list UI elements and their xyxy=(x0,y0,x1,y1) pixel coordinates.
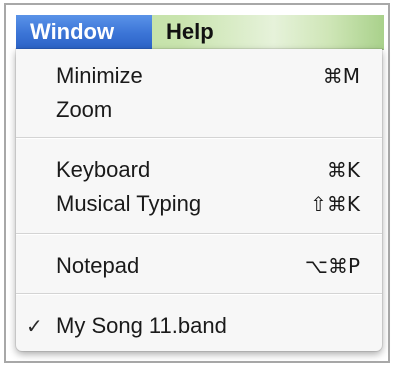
menu-item-label: Keyboard xyxy=(56,157,151,182)
menu-separator xyxy=(16,293,382,295)
menu-help[interactable]: Help xyxy=(166,15,256,49)
menu-item-keyboard[interactable]: Keyboard ⌘K xyxy=(16,153,382,187)
menu-item-notepad[interactable]: Notepad ⌥⌘P xyxy=(16,249,382,283)
window-menu-dropdown: Minimize ⌘M Zoom Keyboard ⌘K Musical Typ… xyxy=(16,49,382,351)
menu-item-musical-typing[interactable]: Musical Typing ⇧⌘K xyxy=(16,187,382,221)
menu-separator xyxy=(16,137,382,139)
menu-item-zoom[interactable]: Zoom xyxy=(16,93,382,127)
menu-item-label: Notepad xyxy=(56,253,140,278)
shortcut-label: ⌥⌘P xyxy=(304,254,360,278)
menu-separator xyxy=(16,233,382,235)
menu-item-label: Musical Typing xyxy=(56,191,202,216)
menu-window[interactable]: Window xyxy=(16,15,152,49)
shortcut-label: ⌘M xyxy=(322,64,360,88)
checkmark-icon: ✓ xyxy=(26,314,43,338)
menu-item-my-song[interactable]: ✓ My Song 11.band xyxy=(16,309,382,343)
menu-item-label: Zoom xyxy=(56,97,113,122)
menu-bar: Window Help xyxy=(16,15,384,50)
menu-item-minimize[interactable]: Minimize ⌘M xyxy=(16,59,382,93)
shortcut-label: ⇧⌘K xyxy=(310,192,360,216)
shortcut-label: ⌘K xyxy=(326,158,360,182)
menu-item-label: Minimize xyxy=(56,63,143,88)
menu-item-label: My Song 11.band xyxy=(56,313,227,338)
